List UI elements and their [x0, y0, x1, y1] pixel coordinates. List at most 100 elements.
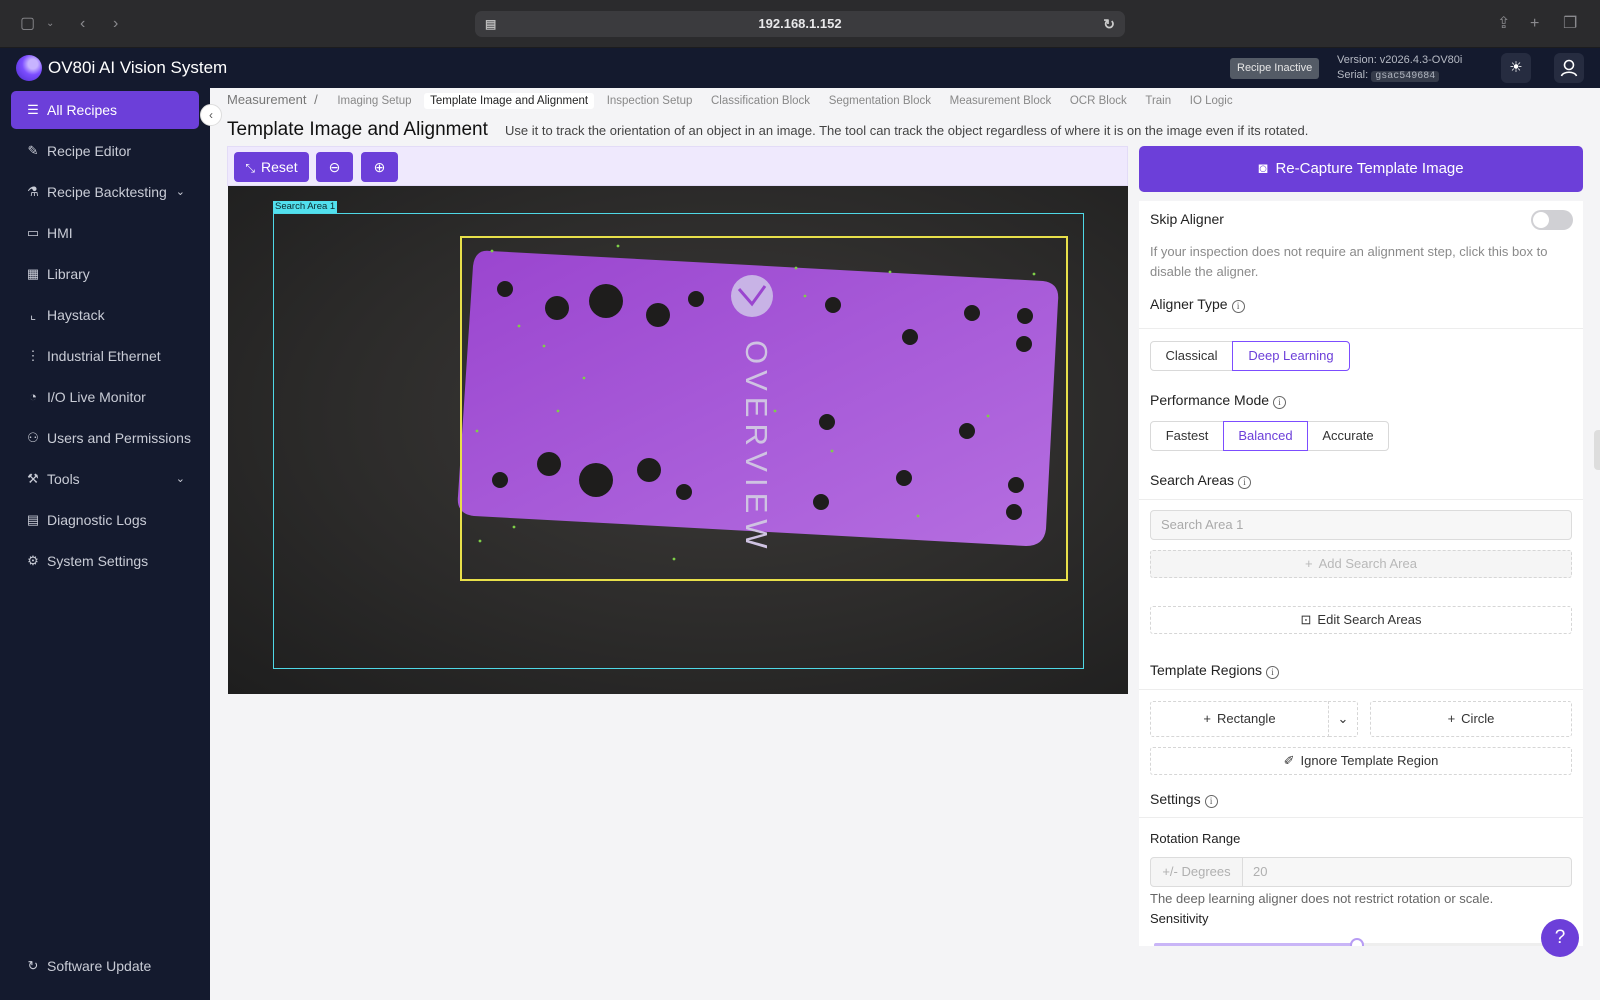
tab-classification-block[interactable]: Classification Block — [705, 93, 816, 109]
template-image-viewer[interactable]: OVERVIEW Search Area 1 — [228, 186, 1128, 694]
sidebar-item-io-live-monitor[interactable]: ◔ I/O Live Monitor — [11, 378, 199, 416]
sidebar-item-library[interactable]: ▦ Library — [11, 255, 199, 293]
sidebar-item-label: Users and Permissions — [47, 430, 191, 446]
sensitivity-label: Sensitivity — [1150, 911, 1209, 926]
sensitivity-slider-fill — [1154, 943, 1357, 946]
chart-icon: ⌞ — [29, 307, 37, 322]
tab-segmentation-block[interactable]: Segmentation Block — [823, 93, 937, 109]
user-menu-button[interactable] — [1554, 53, 1584, 83]
info-icon[interactable]: i — [1231, 300, 1245, 313]
search-area-label: Search Area 1 — [273, 201, 338, 213]
performance-mode-fastest[interactable]: Fastest — [1150, 421, 1224, 451]
sidebar-item-users-and-permissions[interactable]: ⚇ Users and Permissions — [11, 419, 199, 457]
breadcrumb-separator: / — [314, 92, 318, 107]
settings-label: Settings — [1150, 791, 1201, 807]
zoom-out-button[interactable]: ⊖ — [316, 152, 353, 182]
chevron-down-icon[interactable]: ⌄ — [46, 14, 54, 34]
recapture-template-button[interactable]: ◙ Re-Capture Template Image — [1139, 146, 1583, 192]
address-bar[interactable]: ▤ 192.168.1.152 ↻ — [475, 11, 1125, 37]
sidebar-item-label: Diagnostic Logs — [47, 512, 147, 528]
edit-search-areas-button[interactable]: ⊡ Edit Search Areas — [1150, 606, 1572, 634]
refresh-icon: ↻ — [27, 958, 39, 973]
add-rectangle-region-button[interactable]: + Rectangle — [1150, 701, 1329, 737]
aligner-settings-panel: Skip Aligner If your inspection does not… — [1139, 201, 1583, 946]
new-tab-icon[interactable]: + — [1530, 14, 1539, 34]
sidebar-item-tools[interactable]: ⚒ Tools ⌄ — [11, 460, 199, 498]
skip-aligner-toggle[interactable] — [1531, 210, 1573, 230]
add-search-area-label: Add Search Area — [1318, 556, 1417, 571]
performance-mode-balanced[interactable]: Balanced — [1223, 421, 1308, 451]
performance-mode-accurate[interactable]: Accurate — [1307, 421, 1389, 451]
tab-imaging-setup[interactable]: Imaging Setup — [331, 93, 417, 109]
serial-value: gsac549684 — [1371, 71, 1440, 82]
skip-aligner-help: If your inspection does not require an a… — [1150, 244, 1548, 279]
reload-icon[interactable]: ↻ — [1103, 11, 1115, 37]
circle-label: Circle — [1461, 711, 1495, 726]
sensitivity-slider[interactable] — [1154, 938, 1568, 946]
zoom-in-button[interactable]: ⊕ — [361, 152, 398, 182]
list-icon: ☰ — [27, 102, 39, 117]
tab-overview-icon[interactable]: ❐ — [1563, 14, 1577, 34]
browser-toolbar: ▢ ⌄ ‹ › ▤ 192.168.1.152 ↻ ⇪ + ❐ — [0, 0, 1600, 48]
tab-measurement-block[interactable]: Measurement Block — [944, 93, 1058, 109]
tab-ocr-block[interactable]: OCR Block — [1064, 93, 1133, 109]
breadcrumb-root[interactable]: Measurement — [227, 92, 306, 107]
side-drawer-tab[interactable] — [1594, 430, 1600, 470]
add-circle-region-button[interactable]: + Circle — [1370, 701, 1572, 737]
search-area-name-field[interactable]: Search Area 1 — [1150, 510, 1572, 540]
rectangle-options-dropdown[interactable]: ⌄ — [1328, 701, 1358, 737]
user-icon — [1560, 59, 1578, 77]
site-settings-icon[interactable]: ▤ — [485, 11, 496, 37]
toggle-knob — [1533, 212, 1549, 228]
sidebar-item-hmi[interactable]: ▭ HMI — [11, 214, 199, 252]
template-regions-heading: Template Regions i — [1150, 662, 1280, 679]
page-description: Use it to track the orientation of an ob… — [505, 123, 1309, 138]
sidebar: ☰ All Recipes ✎ Recipe Editor ⚗ Recipe B… — [0, 88, 210, 1000]
sidebar-item-software-update[interactable]: ↻ Software Update — [11, 947, 199, 985]
sidebar-item-haystack[interactable]: ⌞ Haystack — [11, 296, 199, 334]
reset-view-button[interactable]: ⤡ Reset — [234, 152, 309, 182]
sidebar-item-system-settings[interactable]: ⚙ System Settings — [11, 542, 199, 580]
sidebar-item-recipe-editor[interactable]: ✎ Recipe Editor — [11, 132, 199, 170]
sensitivity-slider-handle[interactable] — [1349, 938, 1364, 946]
image-toolbar: ⤡ Reset ⊖ ⊕ — [227, 146, 1128, 186]
info-icon[interactable]: i — [1204, 795, 1218, 808]
wrench-icon: ⚒ — [27, 471, 39, 486]
share-icon[interactable]: ⇪ — [1497, 14, 1510, 34]
pencil-icon: ✎ — [27, 143, 39, 158]
rotation-range-input[interactable]: 20 — [1242, 857, 1572, 887]
sidebar-item-industrial-ethernet[interactable]: ⋮ Industrial Ethernet — [11, 337, 199, 375]
add-search-area-button[interactable]: + Add Search Area — [1150, 550, 1572, 578]
forward-arrow-icon[interactable]: › — [113, 14, 118, 34]
sidebar-item-all-recipes[interactable]: ☰ All Recipes — [11, 91, 199, 129]
aligner-type-heading: Aligner Type i — [1150, 296, 1245, 313]
info-icon[interactable]: i — [1266, 666, 1280, 679]
tab-template-image-and-alignment[interactable]: Template Image and Alignment — [424, 93, 595, 109]
search-area-box[interactable] — [273, 213, 1084, 669]
gear-icon: ⚙ — [27, 553, 39, 568]
sidebar-item-recipe-backtesting[interactable]: ⚗ Recipe Backtesting ⌄ — [11, 173, 199, 211]
info-icon[interactable]: i — [1238, 476, 1252, 489]
performance-mode-heading: Performance Mode i — [1150, 392, 1287, 409]
back-arrow-icon[interactable]: ‹ — [80, 14, 85, 34]
theme-toggle-button[interactable]: ☀ — [1501, 53, 1531, 83]
recapture-label: Re-Capture Template Image — [1275, 160, 1464, 177]
tab-io-logic[interactable]: IO Logic — [1184, 93, 1239, 109]
sidebar-item-diagnostic-logs[interactable]: ▤ Diagnostic Logs — [11, 501, 199, 539]
sidebar-collapse-button[interactable]: ‹ — [200, 104, 222, 126]
sidebar-toggle-icon[interactable]: ▢ — [20, 14, 35, 34]
tab-train[interactable]: Train — [1139, 93, 1177, 109]
aligner-type-deep-learning[interactable]: Deep Learning — [1232, 341, 1350, 371]
info-icon[interactable]: i — [1273, 396, 1287, 409]
aligner-type-classical[interactable]: Classical — [1150, 341, 1233, 371]
divider — [1139, 817, 1583, 818]
sidebar-item-label: Tools — [47, 471, 80, 487]
sidebar-item-label: Haystack — [47, 307, 105, 323]
help-button[interactable]: ? — [1541, 919, 1579, 957]
tab-inspection-setup[interactable]: Inspection Setup — [601, 93, 699, 109]
eraser-icon: ✐ — [1283, 753, 1295, 768]
skip-aligner-label: Skip Aligner — [1150, 211, 1224, 227]
ignore-template-region-button[interactable]: ✐ Ignore Template Region — [1150, 747, 1572, 775]
chevron-down-icon: ⌄ — [175, 186, 185, 198]
aligner-type-label: Aligner Type — [1150, 296, 1228, 312]
